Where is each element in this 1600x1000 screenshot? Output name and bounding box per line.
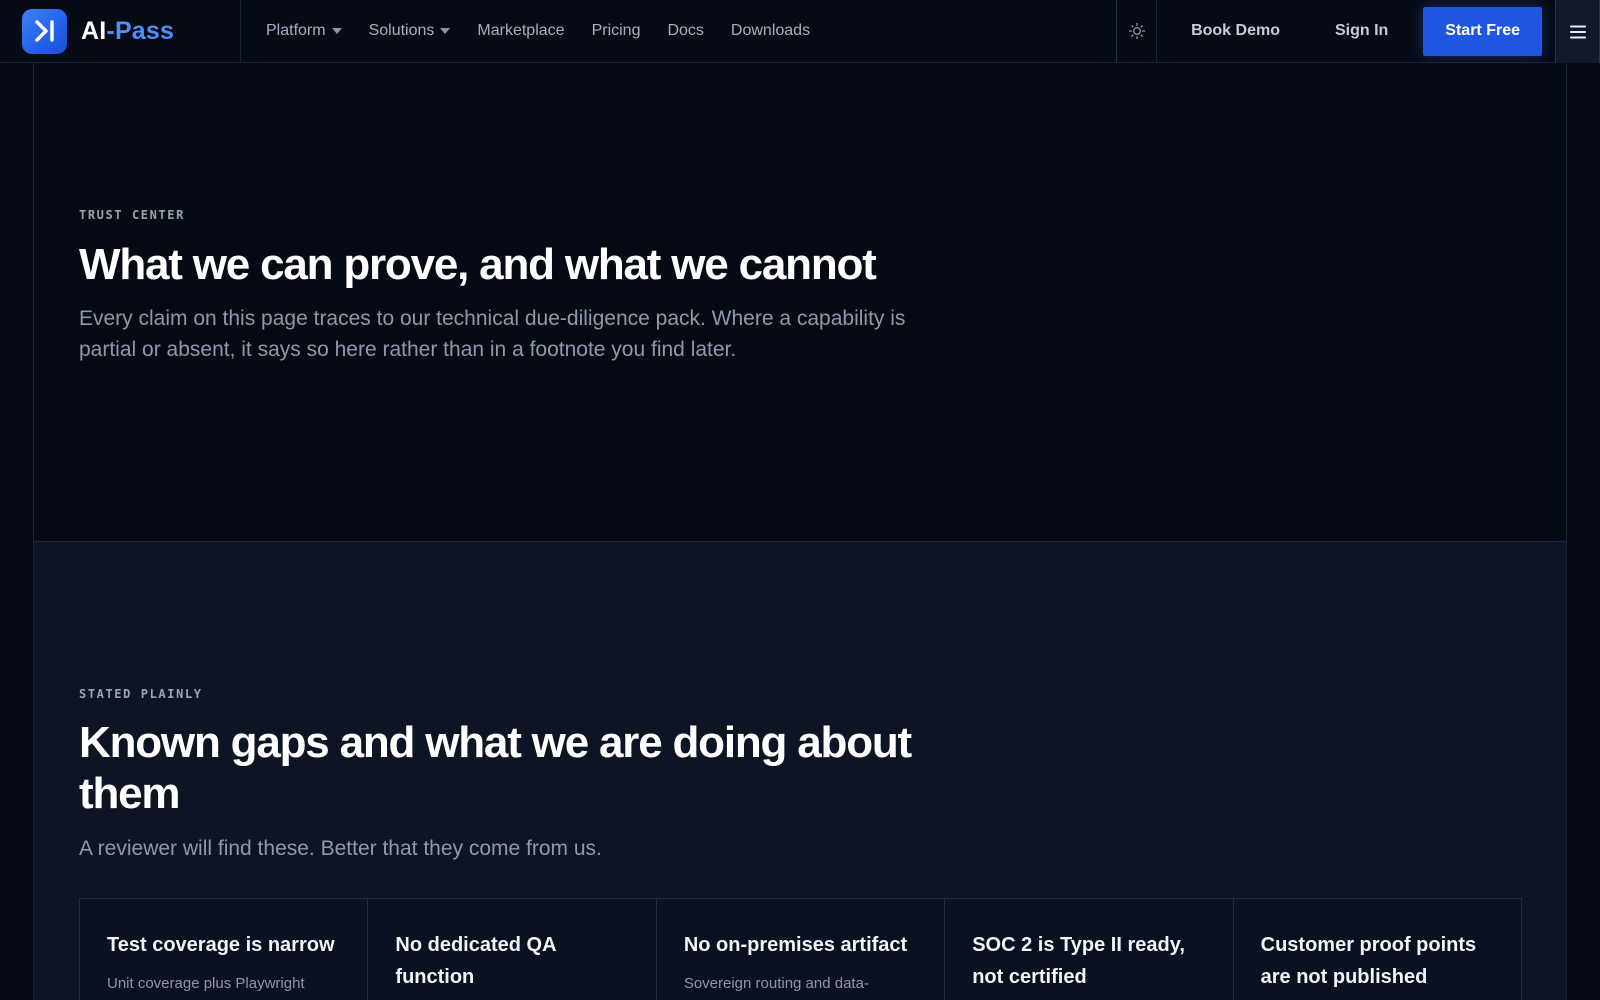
theme-toggle-button[interactable] (1116, 0, 1158, 62)
gaps-title: Known gaps and what we are doing about t… (79, 718, 912, 818)
gap-card-test-coverage: Test coverage is narrow Unit coverage pl… (80, 899, 369, 1000)
header-spacer (837, 0, 1116, 62)
nav-docs[interactable]: Docs (667, 22, 703, 40)
brand-name-accent: Pass (114, 16, 175, 45)
gap-card-title: Test coverage is narrow (107, 934, 335, 956)
nav-platform-label: Platform (266, 22, 326, 39)
hero-eyebrow: TRUST CENTER (79, 208, 185, 222)
gap-card-on-premises: No on-premises artifact Sovereign routin… (656, 899, 946, 1000)
nav-downloads[interactable]: Downloads (731, 22, 810, 40)
hero-lead: Every claim on this page traces to our t… (79, 307, 906, 361)
known-gaps-section: STATED PLAINLY Known gaps and what we ar… (34, 542, 1566, 1000)
nav-pricing-label: Pricing (591, 22, 641, 39)
page-title: What we can prove, and what we cannot (79, 240, 877, 289)
gap-card-body: Unit coverage plus Playwright (107, 975, 305, 992)
gap-cards: Test coverage is narrow Unit coverage pl… (79, 898, 1522, 1000)
nav-marketplace-label: Marketplace (477, 22, 565, 39)
sun-icon (1128, 22, 1145, 40)
brand-name-separator: - (106, 16, 115, 45)
gap-card-title: No on-premises artifact (683, 934, 908, 956)
chevron-down-icon (331, 28, 342, 34)
nav-platform[interactable]: Platform (266, 22, 342, 40)
trust-center-section: TRUST CENTER What we can prove, and what… (34, 63, 1566, 542)
book-demo-link[interactable]: Book Demo (1157, 0, 1314, 62)
gap-card-soc2: SOC 2 is Type II ready, not certified (945, 899, 1234, 1000)
brand-logo[interactable]: AI-Pass (0, 0, 241, 62)
start-free-button[interactable]: Start Free (1423, 6, 1542, 56)
gaps-eyebrow: STATED PLAINLY (79, 687, 203, 701)
gap-card-title: No dedicated QA function (395, 934, 556, 988)
gap-card-title: SOC 2 is Type II ready, not certified (972, 934, 1185, 988)
nav-pricing[interactable]: Pricing (592, 22, 641, 40)
hamburger-menu-icon (1569, 25, 1586, 38)
frame-line-right (1566, 63, 1567, 1000)
brand-name-main: AI (81, 16, 107, 45)
gap-card-title: Customer proof points are not published (1260, 934, 1477, 988)
nav-docs-label: Docs (667, 22, 704, 39)
chevron-down-icon (440, 28, 451, 34)
sign-in-link[interactable]: Sign In (1314, 0, 1423, 62)
logo-mark-icon (22, 8, 67, 54)
nav-solutions-label: Solutions (368, 22, 435, 39)
nav-marketplace[interactable]: Marketplace (477, 22, 564, 40)
menu-button[interactable] (1555, 0, 1600, 63)
gap-card-proof-points: Customer proof points are not published (1233, 899, 1522, 1000)
brand-name: AI-Pass (81, 17, 174, 46)
gap-card-body: Sovereign routing and data- (683, 975, 869, 992)
nav-solutions[interactable]: Solutions (369, 22, 451, 40)
main-nav: Platform Solutions Marketplace Pricing D… (241, 0, 837, 62)
site-header: AI-Pass Platform Solutions Marketplace P… (0, 0, 1600, 63)
nav-downloads-label: Downloads (730, 22, 811, 39)
gap-card-qa-function: No dedicated QA function (368, 899, 657, 1000)
gaps-lead: A reviewer will find these. Better that … (79, 837, 602, 860)
